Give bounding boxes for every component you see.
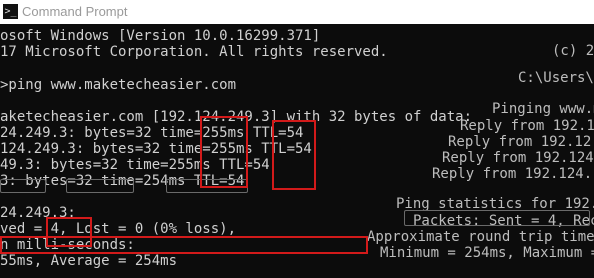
console-line: Reply from 192.124. xyxy=(442,150,594,166)
highlight-milliseconds-box xyxy=(0,236,368,254)
console-line: Reply from 192.12 xyxy=(460,118,594,134)
console-line: Reply from 192.124. xyxy=(432,166,593,182)
console-line: C:\Users\ xyxy=(518,70,594,86)
console-line: osoft Windows [Version 10.0.16299.371] xyxy=(0,28,321,44)
console-line: Pinging www.m xyxy=(492,101,594,117)
ghost-box xyxy=(66,179,134,193)
title-bar: >_ Command Prompt xyxy=(0,0,594,24)
ghost-box xyxy=(0,179,46,193)
console-line: 55ms, Average = 254ms xyxy=(0,253,178,269)
highlight-ttl-box xyxy=(200,116,248,188)
console-line: Reply from 192.12 xyxy=(448,134,592,150)
console-line: 24.249.3: bytes=32 time=255ms TTL=54 xyxy=(0,125,304,141)
console-line: 17 Microsoft Corporation. All rights res… xyxy=(0,44,388,60)
console-line: ved = 4, Lost = 0 (0% loss), xyxy=(0,221,237,237)
window-title: Command Prompt xyxy=(22,4,128,19)
ghost-box xyxy=(404,210,590,226)
console-line: Minimum = 254ms, Maximum = xyxy=(380,245,594,261)
console-line: 124.249.3: bytes=32 time=255ms TTL=54 xyxy=(0,141,312,157)
terminal-icon: >_ xyxy=(3,4,18,19)
console-line: Approximate round trip times xyxy=(367,229,594,245)
console-line: (c) 2 xyxy=(552,43,594,59)
highlight-box xyxy=(272,120,316,190)
console-line: >ping www.maketecheasier.com xyxy=(0,77,237,93)
